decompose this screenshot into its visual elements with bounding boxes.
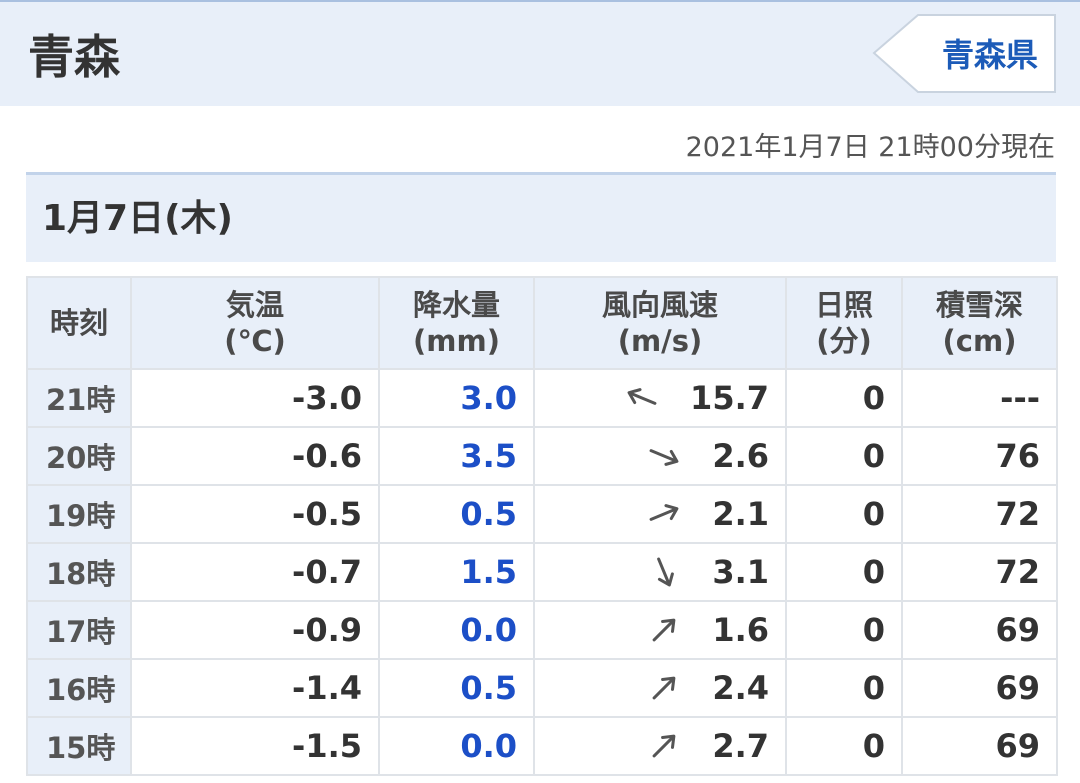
precipitation-cell: 0.0 [378,716,535,776]
snow-depth-cell: 72 [901,484,1058,544]
table-row: 16時 -1.4 0.5 2.4 0 69 [26,658,1058,718]
snow-depth-cell: --- [901,368,1058,428]
precipitation-cell: 0.5 [378,658,535,718]
date-heading-bar: 1月7日(木) [26,172,1056,262]
sunshine-cell: 0 [785,600,903,660]
temperature-cell: -0.9 [130,600,380,660]
time-cell: 18時 [26,542,132,602]
station-title: 青森 [28,30,120,84]
time-cell: 20時 [26,426,132,486]
wind-speed-value: 1.6 [712,611,769,649]
column-header-temperature: 気温 (℃) [130,276,380,370]
sunshine-cell: 0 [785,542,903,602]
wind-direction-arrow-icon [644,552,684,592]
date-heading: 1月7日(木) [42,198,234,239]
precipitation-cell: 0.0 [378,600,535,660]
sunshine-cell: 0 [785,716,903,776]
column-header-snow-depth: 積雪深 (cm) [901,276,1058,370]
sunshine-cell: 0 [785,484,903,544]
wind-direction-arrow-icon [644,436,684,476]
time-cell: 17時 [26,600,132,660]
wind-cell: 2.4 [533,658,787,718]
observation-table: 時刻 気温 (℃) 降水量 (mm) 風向風速 (m/s) 日照 (分) 積雪深 (cm)… [26,276,1058,776]
sunshine-cell: 0 [785,658,903,718]
column-header-time: 時刻 [26,276,132,370]
prefecture-link-label[interactable]: 青森県 [872,14,1056,92]
temperature-cell: -1.4 [130,658,380,718]
time-cell: 19時 [26,484,132,544]
snow-depth-cell: 69 [901,716,1058,776]
table-row: 20時 -0.6 3.5 2.6 0 76 [26,426,1058,486]
temperature-cell: -1.5 [130,716,380,776]
table-row: 15時 -1.5 0.0 2.7 0 69 [26,716,1058,776]
wind-direction-arrow-icon [644,726,684,766]
wind-cell: 2.7 [533,716,787,776]
wind-speed-value: 15.7 [690,379,769,417]
precipitation-cell: 3.5 [378,426,535,486]
wind-direction-arrow-icon [622,378,662,418]
wind-cell: 2.6 [533,426,787,486]
column-header-sunshine: 日照 (分) [785,276,903,370]
wind-cell: 3.1 [533,542,787,602]
column-header-precipitation: 降水量 (mm) [378,276,535,370]
table-row: 19時 -0.5 0.5 2.1 0 72 [26,484,1058,544]
observation-timestamp: 2021年1月7日 21時00分現在 [685,132,1055,163]
wind-speed-value: 2.6 [712,437,769,475]
wind-speed-value: 3.1 [712,553,769,591]
snow-depth-cell: 69 [901,600,1058,660]
sunshine-cell: 0 [785,368,903,428]
wind-speed-value: 2.1 [712,495,769,533]
wind-direction-arrow-icon [644,668,684,708]
snow-depth-cell: 76 [901,426,1058,486]
precipitation-cell: 3.0 [378,368,535,428]
wind-cell: 2.1 [533,484,787,544]
snow-depth-cell: 69 [901,658,1058,718]
table-row: 17時 -0.9 0.0 1.6 0 69 [26,600,1058,660]
snow-depth-cell: 72 [901,542,1058,602]
time-cell: 15時 [26,716,132,776]
table-header-row: 時刻 気温 (℃) 降水量 (mm) 風向風速 (m/s) 日照 (分) 積雪深 (cm) [26,276,1058,370]
prefecture-back-button[interactable]: 青森県 [872,14,1056,94]
wind-cell: 15.7 [533,368,787,428]
wind-speed-value: 2.4 [712,669,769,707]
precipitation-cell: 1.5 [378,542,535,602]
station-header: 青森 青森県 [0,0,1080,106]
wind-direction-arrow-icon [644,610,684,650]
column-header-wind: 風向風速 (m/s) [533,276,787,370]
time-cell: 21時 [26,368,132,428]
precipitation-cell: 0.5 [378,484,535,544]
table-row: 21時 -3.0 3.0 15.7 0 --- [26,368,1058,428]
wind-cell: 1.6 [533,600,787,660]
sunshine-cell: 0 [785,426,903,486]
wind-direction-arrow-icon [644,494,684,534]
temperature-cell: -0.5 [130,484,380,544]
time-cell: 16時 [26,658,132,718]
wind-speed-value: 2.7 [712,727,769,765]
temperature-cell: -0.6 [130,426,380,486]
temperature-cell: -0.7 [130,542,380,602]
table-row: 18時 -0.7 1.5 3.1 0 72 [26,542,1058,602]
temperature-cell: -3.0 [130,368,380,428]
